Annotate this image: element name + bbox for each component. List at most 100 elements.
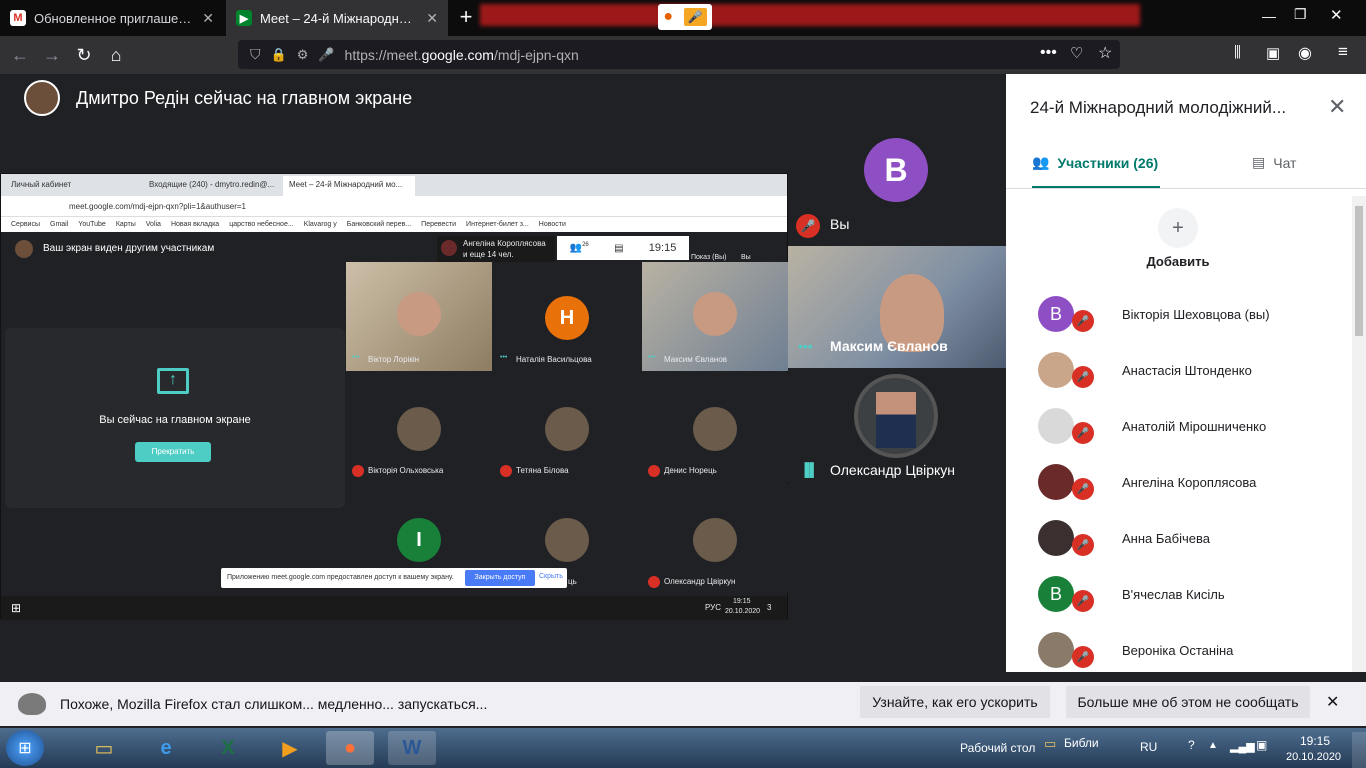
sidebar-icon[interactable]: ▣ <box>1266 44 1280 62</box>
participant-row[interactable]: 🎤 Анна Бабічева <box>1006 510 1366 566</box>
permissions-icon[interactable]: ⚙ <box>297 47 309 63</box>
network-icon[interactable]: ▂▄▆ <box>1230 740 1255 753</box>
shared-clock: 19:15 <box>648 242 677 254</box>
folder-icon: ▭ <box>1044 736 1057 751</box>
participant-row[interactable]: 🎤 Вероніка Останіна <box>1006 622 1366 672</box>
bookmark: царство небесное... <box>229 221 294 228</box>
mic-off-icon: 🎤 <box>1072 590 1094 612</box>
participant-avatar: 🎤 <box>1038 632 1094 668</box>
tab-gmail[interactable]: M Обновленное приглашение: 24... ✕ <box>0 0 224 36</box>
meeting-title: 24-й Міжнародний молодіжний... <box>1030 98 1287 117</box>
chat-icon: ▤ <box>1252 154 1266 170</box>
help-icon[interactable]: ? <box>1188 738 1195 752</box>
url-prefix: https://meet. <box>344 46 422 63</box>
scrollbar-thumb[interactable] <box>1355 206 1363 336</box>
restore-icon[interactable]: ❐ <box>1294 6 1307 23</box>
language-indicator[interactable]: RU <box>1140 740 1157 754</box>
ie-icon[interactable]: e <box>142 731 190 765</box>
hide-button[interactable]: Скрыть <box>539 573 563 580</box>
presenting-label: Показ (Вы) <box>691 254 727 261</box>
library-icon[interactable]: ⫼ <box>1234 44 1241 61</box>
grid-avatar <box>545 518 589 562</box>
participant-row[interactable]: 🎤 Анатолій Мірошниченко <box>1006 398 1366 454</box>
bookmark: Volia <box>145 221 161 228</box>
home-icon[interactable]: ⌂ <box>100 45 132 66</box>
add-person-icon[interactable]: + <box>1158 208 1198 248</box>
clock-date[interactable]: 20.10.2020 <box>1286 751 1341 763</box>
shared-bookmarks-bar: Сервисы Gmail YouTube Карты Volia Новая … <box>1 216 787 232</box>
display-icon[interactable]: ▣ <box>1256 738 1267 752</box>
tab-title: Обновленное приглашение: 24... <box>34 10 194 26</box>
explorer-icon[interactable]: ▭ <box>80 731 128 765</box>
grid-tile: Тетяна Білова <box>494 373 640 482</box>
tile-name: Вы <box>830 216 850 232</box>
viewer-more: и еще 14 чел. <box>463 250 514 259</box>
start-button[interactable]: ⊞ <box>6 730 44 766</box>
mic-off-icon <box>648 465 660 477</box>
grid-avatar <box>693 518 737 562</box>
grid-tile-name: Вікторія Ольховська <box>368 466 444 475</box>
shared-notification-count: 3 <box>767 603 772 612</box>
close-icon[interactable]: ✕ <box>1326 692 1339 712</box>
close-access-button[interactable]: Закрыть доступ <box>465 570 535 586</box>
dont-show-button[interactable]: Больше мне об этом не сообщать <box>1066 686 1310 718</box>
excel-icon[interactable]: X <box>204 731 252 765</box>
participant-row[interactable]: В 🎤 В'ячеслав Кисіль <box>1006 566 1366 622</box>
meet-icon: ▶ <box>236 10 252 26</box>
reload-icon[interactable]: ↻ <box>68 45 100 66</box>
minimize-icon[interactable]: — <box>1262 8 1276 24</box>
self-avatar: В <box>864 138 928 202</box>
pocket-icon[interactable]: ♡ <box>1070 44 1083 62</box>
speed-up-button[interactable]: Узнайте, как его ускорить <box>860 686 1050 718</box>
stop-presenting-button[interactable]: Прекратить <box>135 442 211 462</box>
show-desktop-button[interactable] <box>1352 732 1366 768</box>
firefox-icon[interactable]: ● <box>326 731 374 765</box>
grid-tile-name: Тетяна Білова <box>516 466 569 475</box>
microphone-icon[interactable]: 🎤 <box>318 47 334 63</box>
add-label[interactable]: Добавить <box>1126 254 1230 269</box>
tab-chat[interactable]: ▤ Чат <box>1252 154 1296 171</box>
address-bar[interactable]: ⛉ 🔒 ⚙ 🎤 https://meet.google.com/mdj-ejpn… <box>238 40 1120 69</box>
tab-meet[interactable]: ▶ Meet – 24-й Міжнародний мо... ✕ <box>226 0 448 36</box>
bookmark: Новая вкладка <box>170 221 220 228</box>
bookmark-star-icon[interactable]: ☆ <box>1098 43 1112 63</box>
participant-row[interactable]: 🎤 Ангеліна Короплясова <box>1006 454 1366 510</box>
grid-avatar <box>693 407 737 451</box>
screen-share-indicator[interactable]: ● 🎤 <box>658 4 712 30</box>
grid-tile-name: Наталія Васильцова <box>516 355 592 364</box>
clock-time[interactable]: 19:15 <box>1300 734 1330 748</box>
menu-icon[interactable]: ≡ <box>1338 42 1348 62</box>
scrollbar[interactable] <box>1352 196 1366 672</box>
forward-icon[interactable]: → <box>36 45 68 66</box>
participant-row[interactable]: В 🎤 Вікторія Шеховцова (вы) <box>1006 286 1366 342</box>
present-screen-icon: ↑ <box>157 368 189 394</box>
page-actions-icon[interactable]: ••• <box>1040 44 1057 62</box>
share-notice-bar: Приложению meet.google.com предоставлен … <box>221 568 567 588</box>
close-icon[interactable]: ✕ <box>426 10 438 27</box>
tab-people-label: Участники (26) <box>1057 154 1159 171</box>
media-player-icon[interactable]: ▶ <box>266 731 314 765</box>
shared-meet-controls: 👥26 ▤ 19:15 <box>557 236 689 260</box>
close-icon[interactable]: ✕ <box>202 10 214 27</box>
close-window-icon[interactable]: ✕ <box>1330 6 1343 24</box>
speaking-icon: ••• <box>352 354 360 361</box>
account-icon[interactable]: ◉ <box>1298 43 1312 63</box>
tile-video: ••• Максим Євланов <box>788 246 1006 368</box>
shared-taskbar: ⊞ РУС 19:15 20.10.2020 3 <box>1 596 787 620</box>
browser-tab-bar: M Обновленное приглашение: 24... ✕ ▶ Mee… <box>0 0 1366 36</box>
grid-tile-name: Максим Євланов <box>664 355 728 364</box>
presenter-title: Дмитро Редін сейчас на главном экране <box>76 88 413 108</box>
close-icon[interactable]: ✕ <box>1328 94 1346 120</box>
word-icon[interactable]: W <box>388 731 436 765</box>
tab-people[interactable]: 👥 Участники (26) <box>1032 154 1158 171</box>
new-tab-button[interactable]: + <box>452 4 480 32</box>
desktop-label[interactable]: Рабочий стол <box>960 741 1035 755</box>
share-notice-text: Приложению meet.google.com предоставлен … <box>227 574 454 581</box>
library-label[interactable]: Библи <box>1064 736 1099 750</box>
tray-arrow-icon[interactable]: ▲ <box>1208 740 1218 751</box>
back-icon[interactable]: ← <box>4 45 36 66</box>
participant-name: Анастасія Штонденко <box>1122 362 1252 378</box>
shared-screen: Личный кабинет Входящие (240) - dmytro.r… <box>0 173 788 620</box>
tile-name: Максим Євланов <box>830 338 948 354</box>
participant-row[interactable]: 🎤 Анастасія Штонденко <box>1006 342 1366 398</box>
